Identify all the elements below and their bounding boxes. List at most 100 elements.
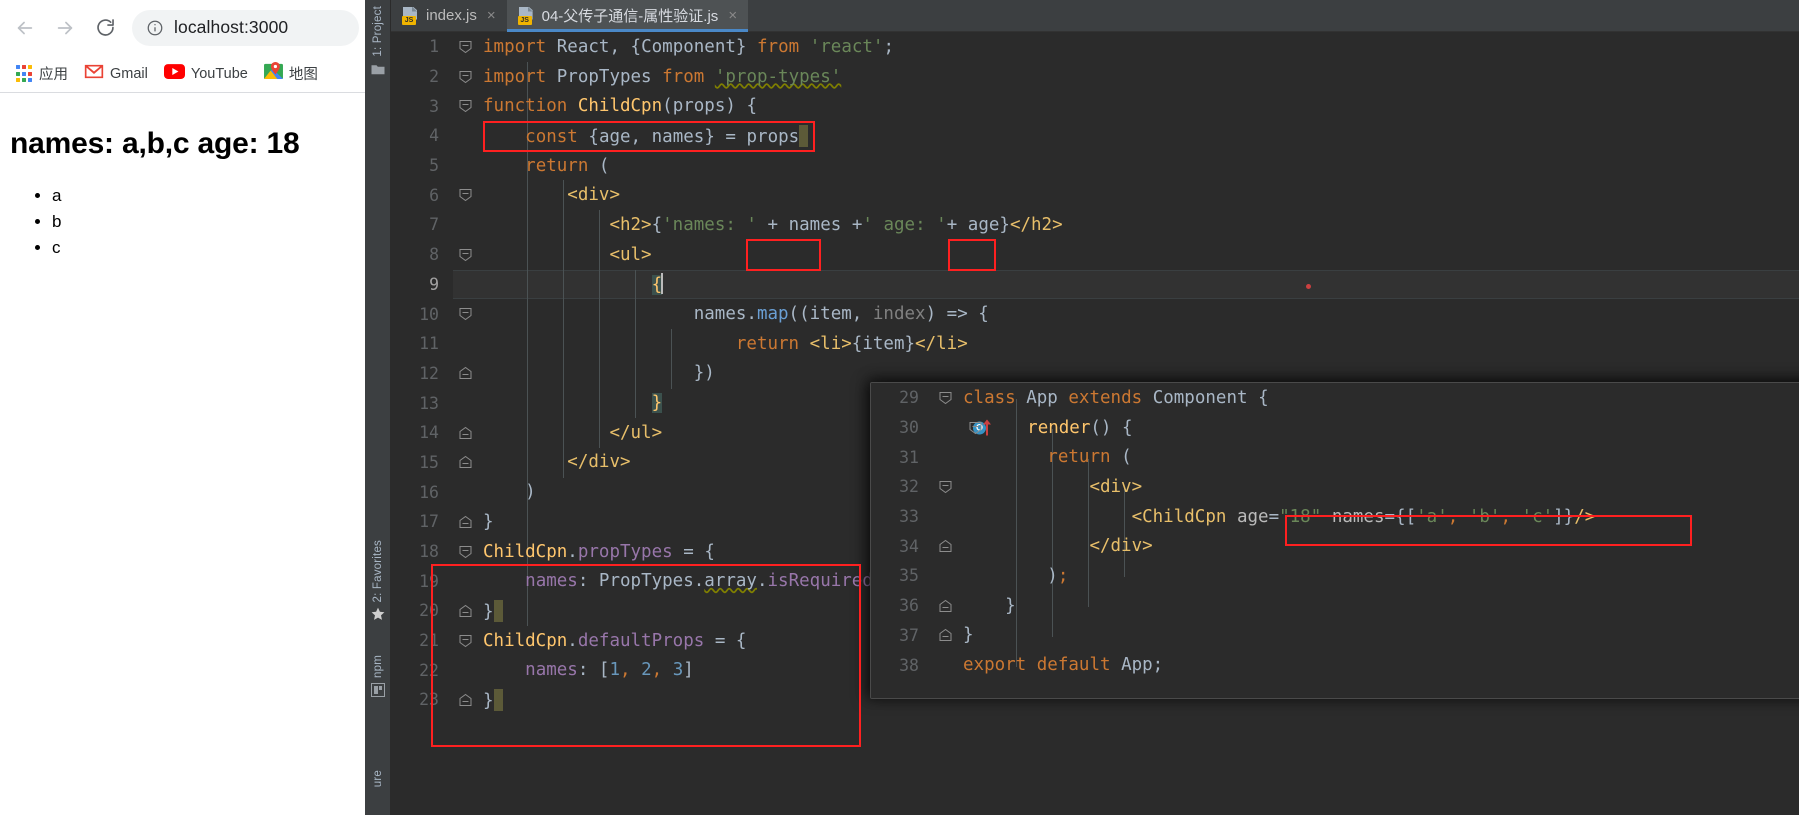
code-line[interactable]: 29 class App extends Component { [871, 383, 1799, 413]
popup-code-area[interactable]: 29 class App extends Component { 30 O re… [871, 383, 1799, 698]
close-icon[interactable]: × [487, 8, 496, 23]
code-line[interactable]: 37 } [871, 621, 1799, 651]
forward-arrow-icon[interactable] [46, 9, 84, 47]
code-line[interactable]: 1 import React, {Component} from 'react'… [391, 32, 1799, 62]
fold-gutter[interactable] [933, 383, 963, 413]
code-text: <div> [567, 185, 620, 206]
fold-gutter[interactable] [933, 531, 963, 561]
sidebar-item-npm[interactable]: npm [365, 655, 391, 702]
fold-gutter[interactable] [453, 685, 483, 715]
code-line[interactable]: 11 return <li>{item}</li> [391, 329, 1799, 359]
fold-end-icon [939, 540, 952, 553]
fold-gutter[interactable] [933, 591, 963, 621]
sidebar-item-favorites[interactable]: 2: Favorites [365, 540, 391, 626]
fold-gutter[interactable] [453, 507, 483, 537]
js-file-icon: JS [402, 6, 419, 25]
address-bar[interactable]: localhost:3000 [132, 9, 359, 46]
code-line[interactable]: 35 ); [871, 561, 1799, 591]
code-line[interactable]: 32 <div> [871, 472, 1799, 502]
bookmarks-bar: 应用 Gmail YouTube 地图 [0, 55, 365, 93]
line-number: 4 [429, 126, 439, 146]
sidebar-item-project[interactable]: 1: Project [365, 6, 391, 80]
fold-gutter[interactable] [453, 91, 483, 121]
gmail-icon [84, 64, 104, 84]
code-line[interactable]: 4 const {age, names} = props [391, 121, 1799, 151]
star-icon [371, 607, 385, 626]
info-circle-icon[interactable] [146, 19, 164, 37]
browser-window: localhost:3000 应用 Gmail YouTube 地图 names… [0, 0, 365, 815]
code-line[interactable]: 34 </div> [871, 531, 1799, 561]
editor-region: JS index.js × JS 04-父传子通信-属性验证.js × 1 im… [391, 0, 1799, 815]
sidebar-item-label: 1: Project [372, 6, 384, 57]
npm-icon [371, 682, 385, 702]
fold-gutter[interactable] [453, 32, 483, 62]
fold-end-icon [939, 629, 952, 642]
code-line[interactable]: 36 } [871, 591, 1799, 621]
tab-props-validation-js[interactable]: JS 04-父传子通信-属性验证.js × [506, 0, 749, 32]
fold-gutter [933, 650, 963, 680]
code-line[interactable]: 33 <ChildCpn age="18" names={['a', 'b', … [871, 502, 1799, 532]
fold-minus-icon [939, 480, 952, 494]
tab-index-js[interactable]: JS index.js × [391, 0, 507, 31]
line-number: 1 [429, 37, 439, 57]
bookmark-youtube[interactable]: YouTube [158, 61, 254, 87]
code-text: ); [1047, 565, 1069, 586]
code-line[interactable]: 8 <ul> [391, 240, 1799, 270]
fold-end-icon [459, 693, 472, 706]
line-number: 6 [429, 185, 439, 205]
fold-gutter[interactable] [453, 448, 483, 478]
list-item: c [52, 235, 349, 261]
code-line[interactable]: 5 return ( [391, 151, 1799, 181]
code-text: } [963, 625, 974, 646]
fold-gutter[interactable] [933, 621, 963, 651]
fold-gutter[interactable] [453, 180, 483, 210]
js-file-icon: JS [517, 6, 535, 25]
secondary-editor-popup[interactable]: 29 class App extends Component { 30 O re… [870, 382, 1799, 699]
fold-gutter[interactable] [453, 418, 483, 448]
code-line[interactable]: 6 <div> [391, 180, 1799, 210]
code-line-current[interactable]: 9 { [391, 270, 1799, 300]
fold-gutter[interactable] [453, 596, 483, 626]
code-line[interactable]: 7 <h2>{'names: ' + names +' age: '+ age}… [391, 210, 1799, 240]
code-text: export default App; [963, 655, 1164, 676]
maps-pin-icon [263, 62, 283, 85]
reload-arrow-icon[interactable] [86, 9, 124, 47]
fold-gutter[interactable]: O [933, 413, 991, 443]
code-line[interactable]: 3 function ChildCpn(props) { [391, 91, 1799, 121]
code-line[interactable]: 10 names.map((item, index) => { [391, 299, 1799, 329]
fold-gutter [933, 561, 963, 591]
bookmark-apps[interactable]: 应用 [10, 60, 74, 87]
line-number: 15 [419, 452, 439, 472]
back-arrow-icon[interactable] [6, 9, 44, 47]
line-number: 21 [419, 631, 439, 651]
fold-minus-icon [459, 248, 472, 261]
fold-gutter [453, 121, 483, 151]
sidebar-item-structure[interactable]: ure [365, 770, 391, 787]
fold-gutter[interactable] [453, 359, 483, 389]
code-line[interactable]: 38 export default App; [871, 650, 1799, 680]
fold-gutter[interactable] [453, 537, 483, 567]
line-number: 5 [429, 156, 439, 176]
line-number: 11 [419, 334, 439, 354]
fold-gutter[interactable] [453, 626, 483, 656]
fold-gutter[interactable] [933, 472, 963, 502]
code-line[interactable]: 30 O render() { [871, 413, 1799, 443]
line-number: 36 [899, 596, 919, 616]
fold-minus-icon [459, 634, 472, 647]
fold-gutter [453, 655, 483, 685]
page-title: names: a,b,c age: 18 [10, 127, 300, 160]
fold-gutter[interactable] [453, 299, 483, 329]
fold-gutter [453, 210, 483, 240]
fold-minus-icon [459, 40, 472, 53]
line-number: 31 [899, 447, 919, 467]
fold-gutter [453, 270, 483, 300]
youtube-icon [163, 63, 185, 84]
bookmark-gmail[interactable]: Gmail [78, 61, 154, 87]
code-line[interactable]: 2 import PropTypes from 'prop-types' [391, 62, 1799, 92]
code-line[interactable]: 31 return ( [871, 442, 1799, 472]
line-number: 3 [429, 96, 439, 116]
fold-gutter[interactable] [453, 240, 483, 270]
close-icon[interactable]: × [728, 8, 737, 23]
fold-gutter[interactable] [453, 62, 483, 92]
bookmark-maps[interactable]: 地图 [258, 59, 324, 88]
